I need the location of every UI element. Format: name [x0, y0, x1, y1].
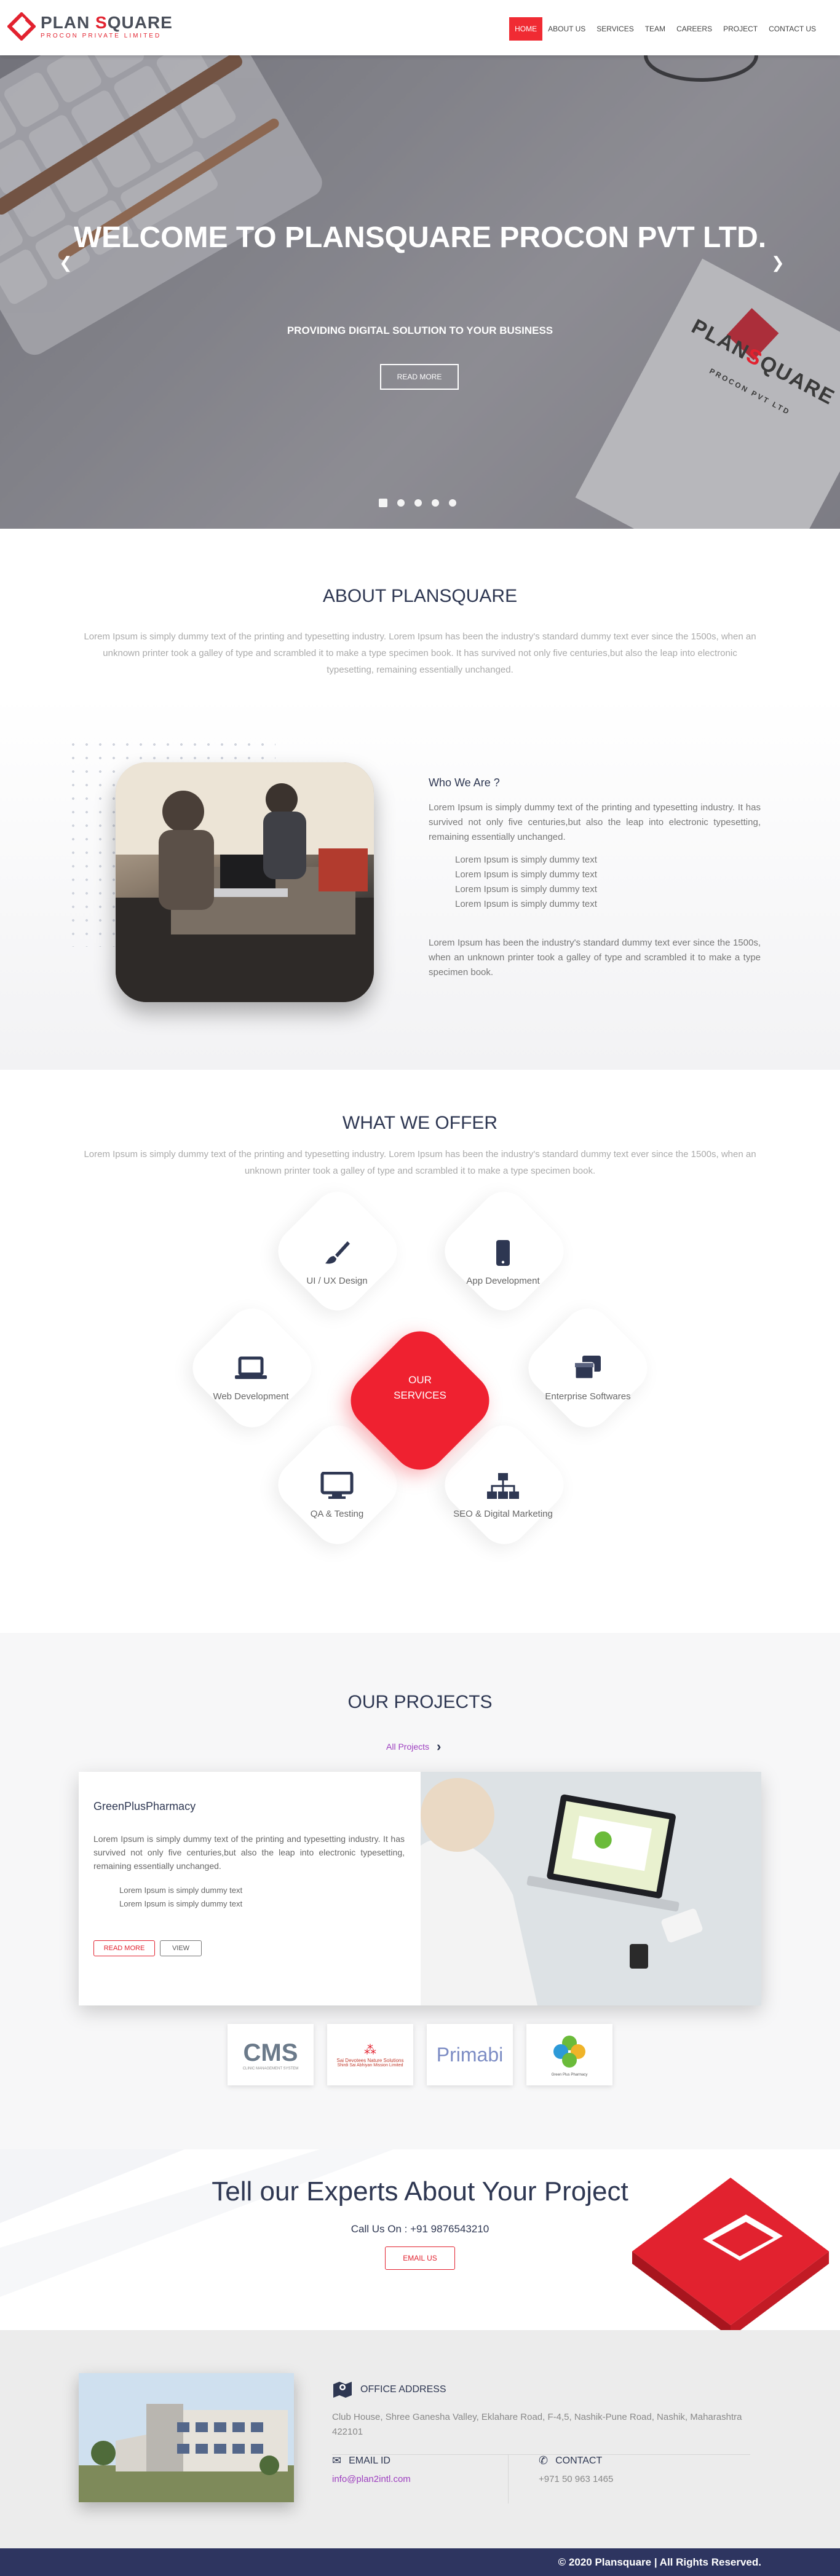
project-card: GreenPlusPharmacy Lorem Ipsum is simply … — [79, 1772, 761, 2005]
about-team-photo — [116, 762, 374, 1002]
client-logo-cms[interactable]: CMS CLINIC MANAGEMENT SYSTEM — [228, 2024, 314, 2085]
map-icon — [333, 2382, 352, 2398]
nav-about-us[interactable]: ABOUT US — [542, 17, 591, 41]
service-ui-ux-design[interactable]: UI / UX Design — [269, 1239, 405, 1286]
slider-dot[interactable] — [449, 499, 456, 507]
who-we-are-list: Lorem Ipsum is simply dummy text Lorem I… — [455, 853, 597, 912]
offer-title: WHAT WE OFFER — [342, 1113, 498, 1133]
client-logo-greenplus[interactable]: Green Plus Pharmacy — [526, 2024, 612, 2085]
service-seo-digital-marketing[interactable]: SEO & Digital Marketing — [435, 1472, 571, 1519]
slider-pagination — [379, 499, 456, 507]
call-us-text: Call Us On : +91 9876543210 — [351, 2223, 489, 2235]
site-header: PLAN SQUARE PROCON PRIVATE LIMITED HOME … — [0, 0, 840, 55]
project-read-more-button[interactable]: READ MORE — [93, 1940, 155, 1956]
project-view-button[interactable]: VIEW — [160, 1940, 202, 1956]
list-item: Lorem Ipsum is simply dummy text — [455, 899, 597, 909]
windows-icon — [574, 1356, 601, 1380]
offer-text: Lorem Ipsum is simply dummy text of the … — [84, 1149, 756, 1176]
greenplus-logo-icon — [553, 2035, 585, 2068]
envelope-icon: ✉ — [332, 2454, 342, 2467]
desktop-icon — [320, 1472, 354, 1499]
plansquare-logo-icon — [6, 11, 37, 42]
project-description: Lorem Ipsum is simply dummy text of the … — [93, 1834, 405, 1871]
email-heading: ✉ EMAIL ID — [332, 2454, 390, 2467]
projects-title: OUR PROJECTS — [347, 1692, 493, 1712]
our-services-label: OUR SERVICES — [394, 1374, 446, 1401]
main-nav: HOME ABOUT US SERVICES TEAM CAREERS PROJ… — [509, 17, 822, 41]
nav-services[interactable]: SERVICES — [591, 17, 639, 41]
about-title: ABOUT PLANSQUARE — [322, 586, 518, 606]
service-web-development[interactable]: Web Development — [183, 1354, 319, 1402]
laptop-icon — [235, 1356, 267, 1379]
who-we-are-title: Who We Are ? — [429, 776, 500, 789]
nav-home[interactable]: HOME — [509, 17, 543, 41]
nav-project[interactable]: PROJECT — [718, 17, 763, 41]
copyright: © 2020 Plansquare | All Rights Reserved. — [558, 2556, 761, 2568]
project-list: Lorem Ipsum is simply dummy text Lorem I… — [119, 1884, 242, 1911]
client-logo-primabi[interactable]: Primabi — [427, 2024, 513, 2085]
hero-read-more-button[interactable]: READ MORE — [380, 364, 459, 390]
hero-next-arrow-icon[interactable]: ❯ — [771, 253, 785, 272]
list-item: Lorem Ipsum is simply dummy text — [119, 1886, 243, 1895]
slider-dot[interactable] — [397, 499, 405, 507]
all-projects-link[interactable]: All Projects › — [386, 1739, 441, 1755]
slider-dot[interactable] — [379, 499, 387, 507]
project-title: GreenPlusPharmacy — [93, 1800, 196, 1812]
service-qa-testing[interactable]: QA & Testing — [269, 1472, 405, 1519]
slider-dot[interactable] — [414, 499, 422, 507]
service-enterprise-softwares[interactable]: Enterprise Softwares — [520, 1354, 656, 1402]
project-photo — [421, 1772, 761, 2005]
brand-logo[interactable]: PLAN SQUARE PROCON PRIVATE LIMITED — [6, 11, 173, 42]
brand-name: PLAN SQUARE — [41, 12, 173, 32]
client-logo-sai-devotees[interactable]: ⁂ Sai Devotees Nature Solutions Shirdi S… — [327, 2024, 413, 2085]
list-item: Lorem Ipsum is simply dummy text — [455, 869, 597, 880]
experts-title: Tell our Experts About Your Project — [212, 2176, 628, 2207]
contact-heading: ✆ CONTACT — [539, 2454, 603, 2467]
chevron-right-icon: › — [437, 1739, 442, 1754]
hero-slider: PLANSQUARE PROCON PVT LTD WELCOME TO PLA… — [0, 55, 840, 529]
nav-careers[interactable]: CAREERS — [671, 17, 718, 41]
who-we-are-text-2: Lorem Ipsum has been the industry's stan… — [429, 938, 761, 978]
hero-prev-arrow-icon[interactable]: ❮ — [59, 253, 73, 272]
list-item: Lorem Ipsum is simply dummy text — [455, 884, 597, 895]
hero-title: WELCOME TO PLANSQUARE PROCON PVT LTD. — [73, 221, 767, 254]
who-we-are-text: Lorem Ipsum is simply dummy text of the … — [429, 802, 761, 842]
nav-contact-us[interactable]: CONTACT US — [763, 17, 822, 41]
paintbrush-icon — [325, 1241, 350, 1264]
footer-bar: © 2020 Plansquare | All Rights Reserved. — [0, 2548, 840, 2576]
email-link[interactable]: info@plan2intl.com — [332, 2474, 411, 2484]
mobile-icon — [496, 1240, 510, 1266]
phone-number[interactable]: +971 50 963 1465 — [539, 2474, 613, 2484]
sitemap-icon — [487, 1473, 519, 1499]
list-item: Lorem Ipsum is simply dummy text — [119, 1899, 243, 1908]
nav-team[interactable]: TEAM — [640, 17, 671, 41]
service-app-development[interactable]: App Development — [435, 1239, 571, 1286]
sai-logo-icon: ⁂ — [363, 2043, 376, 2057]
phone-icon: ✆ — [539, 2454, 549, 2467]
office-photo — [79, 2373, 294, 2502]
office-address-text: Club House, Shree Ganesha Valley, Eklaha… — [332, 2412, 742, 2437]
about-text: Lorem Ipsum is simply dummy text of the … — [84, 631, 756, 675]
email-us-button[interactable]: EMAIL US — [385, 2246, 455, 2270]
hero-subtitle: PROVIDING DIGITAL SOLUTION TO YOUR BUSIN… — [287, 325, 553, 336]
office-address-heading: OFFICE ADDRESS — [332, 2380, 446, 2399]
list-item: Lorem Ipsum is simply dummy text — [455, 855, 597, 865]
slider-dot[interactable] — [432, 499, 439, 507]
brand-subtitle: PROCON PRIVATE LIMITED — [41, 32, 162, 39]
